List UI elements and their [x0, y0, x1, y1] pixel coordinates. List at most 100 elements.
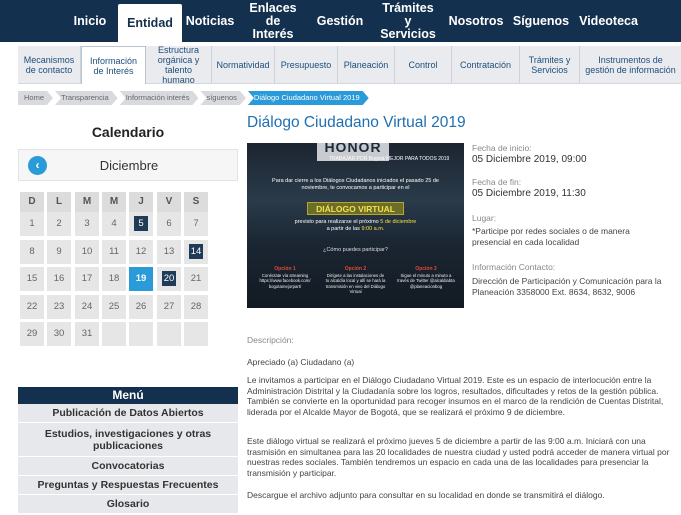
- calendar-day[interactable]: 22: [20, 295, 44, 319]
- calendar-day-event[interactable]: 20: [157, 267, 181, 291]
- weekday-header: M: [102, 192, 126, 212]
- weekday-header: S: [184, 192, 208, 212]
- calendar-day[interactable]: 17: [75, 267, 99, 291]
- menu-item-estudios[interactable]: Estudios, investigaciones y otras public…: [18, 423, 238, 457]
- subnav-estructura-organica[interactable]: Estructura orgánica y talento humano: [146, 45, 212, 85]
- calendar-day[interactable]: 16: [47, 267, 71, 291]
- weekday-header: M: [75, 192, 99, 212]
- menu-item-preguntas-frecuentes[interactable]: Preguntas y Respuestas Frecuentes: [18, 476, 238, 495]
- nav-entidad[interactable]: Entidad: [118, 4, 182, 42]
- place-value: *Participe por redes sociales o de maner…: [472, 226, 630, 247]
- subnav-normatividad[interactable]: Normatividad: [212, 46, 275, 83]
- calendar-month: Diciembre: [99, 158, 159, 173]
- calendar-day[interactable]: 10: [75, 240, 99, 264]
- menu-item-convocatorias[interactable]: Convocatorias: [18, 457, 238, 476]
- calendar-day[interactable]: 23: [47, 295, 71, 319]
- end-date-value: 05 Diciembre 2019, 11:30: [472, 188, 586, 199]
- calendar-day[interactable]: 30: [47, 322, 71, 346]
- subnav-contratacion[interactable]: Contratación: [452, 46, 520, 83]
- weekday-header: D: [20, 192, 44, 212]
- breadcrumb-informacion-interes[interactable]: Información interés: [120, 91, 199, 105]
- calendar-day[interactable]: 24: [75, 295, 99, 319]
- place-label: Lugar:: [472, 213, 497, 223]
- calendar-day-event[interactable]: 14: [184, 240, 208, 264]
- subnav-control[interactable]: Control: [395, 46, 452, 83]
- description-paragraph: Descargue el archivo adjunto para consul…: [247, 490, 605, 500]
- calendar-empty-cell: [184, 322, 208, 346]
- side-menu: Menú Publicación de Datos Abiertos Estud…: [18, 387, 238, 514]
- poster-brand-sub: TRABAJAR POR Bogotá MEJOR PARA TODOS 201…: [329, 156, 450, 162]
- end-date-label: Fecha de fin:: [472, 177, 522, 187]
- calendar-day[interactable]: 25: [102, 295, 126, 319]
- calendar-day[interactable]: 2: [47, 212, 71, 236]
- menu-item-glosario[interactable]: Glosario: [18, 495, 238, 514]
- subnav-mecanismos-contacto[interactable]: Mecanismos de contacto: [18, 46, 81, 83]
- calendar-day[interactable]: 29: [20, 322, 44, 346]
- poster-intro: Para dar cierre a los Diálogos Ciudadano…: [272, 178, 439, 191]
- calendar-day-selected[interactable]: 19: [129, 267, 153, 291]
- nav-tramites-servicios[interactable]: Trámites y Servicios: [372, 0, 444, 42]
- calendar-day[interactable]: 28: [184, 295, 208, 319]
- menu-title: Menú: [18, 387, 238, 404]
- poster-step: Opción 3 Sigue el minuto a minuto a travé…: [397, 266, 455, 289]
- start-date-value: 05 Diciembre 2019, 09:00: [472, 154, 587, 165]
- description-paragraph: Este diálogo virtual se realizará el pró…: [247, 436, 670, 478]
- contact-label: Información Contacto:: [472, 262, 556, 272]
- contact-value: Dirección de Participación y Comunicació…: [472, 276, 662, 297]
- description-label: Descripción:: [247, 335, 294, 345]
- event-poster-image: HONOR TRABAJAR POR Bogotá MEJOR PARA TOD…: [247, 143, 464, 308]
- calendar-day[interactable]: 18: [102, 267, 126, 291]
- subnav-tramites-servicios[interactable]: Trámites y Servicios: [520, 46, 580, 83]
- calendar-day[interactable]: 21: [184, 267, 208, 291]
- poster-banner: DIÁLOGO VIRTUAL: [307, 202, 404, 215]
- calendar-day[interactable]: 8: [20, 240, 44, 264]
- poster-step: Opción 2 Dirígete a las instalaciones de …: [325, 266, 386, 294]
- calendar-empty-cell: [157, 322, 181, 346]
- weekday-header: J: [129, 192, 153, 212]
- nav-noticias[interactable]: Noticias: [182, 0, 238, 42]
- menu-item-datos-abiertos[interactable]: Publicación de Datos Abiertos: [18, 404, 238, 423]
- calendar-event-day-number: 5: [134, 216, 148, 231]
- calendar-day[interactable]: 26: [129, 295, 153, 319]
- description-greeting: Apreciado (a) Ciudadano (a): [247, 357, 355, 367]
- calendar-empty-cell: [102, 322, 126, 346]
- breadcrumb-transparencia[interactable]: Transparencia: [55, 91, 118, 105]
- calendar-day[interactable]: 9: [47, 240, 71, 264]
- calendar-day[interactable]: 27: [157, 295, 181, 319]
- calendar-day-event[interactable]: 5: [129, 212, 153, 236]
- calendar-event-day-number: 20: [162, 271, 176, 286]
- calendar-day[interactable]: 1: [20, 212, 44, 236]
- calendar-day[interactable]: 4: [102, 212, 126, 236]
- top-navigation: Inicio Entidad Noticias Enlaces de Inter…: [0, 0, 681, 42]
- calendar-day[interactable]: 7: [184, 212, 208, 236]
- page-title: Diálogo Ciudadano Virtual 2019: [247, 114, 466, 131]
- nav-videoteca[interactable]: Videoteca: [574, 0, 643, 42]
- poster-step: Opción 1 Conéctate vía streaming https://…: [259, 266, 311, 289]
- nav-gestion[interactable]: Gestión: [308, 0, 372, 42]
- weekday-header: V: [157, 192, 181, 212]
- calendar-day[interactable]: 3: [75, 212, 99, 236]
- nav-enlaces-interes[interactable]: Enlaces de Interés: [238, 0, 308, 42]
- nav-inicio[interactable]: Inicio: [62, 0, 118, 42]
- calendar-day[interactable]: 11: [102, 240, 126, 264]
- nav-siguenos[interactable]: Síguenos: [508, 0, 574, 42]
- breadcrumb-current: Diálogo Ciudadano Virtual 2019: [248, 91, 369, 105]
- calendar-day[interactable]: 13: [157, 240, 181, 264]
- calendar-day[interactable]: 31: [75, 322, 99, 346]
- subnav-instrumentos-gestion[interactable]: Instrumentos de gestión de información: [580, 46, 681, 83]
- breadcrumb-home[interactable]: Home: [18, 91, 53, 105]
- start-date-label: Fecha de inicio:: [472, 143, 532, 153]
- calendar-day[interactable]: 6: [157, 212, 181, 236]
- calendar-event-day-number: 14: [189, 244, 203, 259]
- subnav-informacion-interes[interactable]: Información de Interés: [81, 46, 146, 84]
- breadcrumb: Home Transparencia Información interés s…: [18, 91, 371, 105]
- breadcrumb-siguenos[interactable]: síguenos: [200, 91, 245, 105]
- subnav-planeacion[interactable]: Planeación: [338, 46, 395, 83]
- nav-nosotros[interactable]: Nosotros: [444, 0, 508, 42]
- calendar-day[interactable]: 12: [129, 240, 153, 264]
- sub-navigation: Mecanismos de contacto Información de In…: [18, 45, 681, 85]
- description-paragraph: Le invitamos a participar en el Diálogo …: [247, 375, 664, 417]
- calendar-day[interactable]: 15: [20, 267, 44, 291]
- weekday-header: L: [47, 192, 71, 212]
- subnav-presupuesto[interactable]: Presupuesto: [275, 46, 338, 83]
